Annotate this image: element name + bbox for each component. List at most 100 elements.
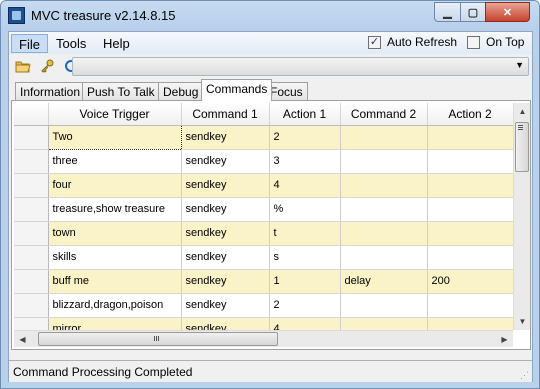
table-row[interactable]: skills sendkey s [14, 245, 513, 270]
key-icon[interactable] [39, 58, 55, 74]
row-header[interactable] [14, 173, 49, 198]
tab-push-to-talk[interactable]: Push To Talk [82, 82, 160, 100]
command-2-cell[interactable] [340, 197, 428, 222]
table-row[interactable]: blizzard,dragon,poison sendkey 2 [14, 293, 513, 318]
table-row[interactable]: treasure,show treasure sendkey% [14, 197, 513, 222]
command-1-cell[interactable]: sendkey [181, 221, 270, 246]
command-2-cell[interactable] [340, 317, 428, 330]
voice-trigger-cell[interactable]: buff me [48, 269, 182, 294]
action-1-cell[interactable]: t [269, 221, 341, 246]
menu-help[interactable]: Help [96, 34, 137, 53]
menu-tools[interactable]: Tools [49, 34, 93, 53]
close-button[interactable]: ✕ [485, 2, 530, 22]
voice-trigger-cell[interactable]: Two [47, 124, 182, 150]
column-header-voice-trigger[interactable]: Voice Trigger [48, 103, 182, 126]
voice-trigger-cell[interactable]: four [48, 173, 182, 198]
row-header[interactable] [14, 269, 49, 294]
command-1-cell[interactable]: sendkey [181, 245, 270, 270]
horizontal-scrollbar[interactable]: ◀ ▶ [14, 330, 513, 347]
row-header-corner [14, 103, 49, 126]
resize-grip-icon[interactable]: ⋰ [520, 370, 530, 380]
action-1-cell[interactable]: % [269, 197, 341, 222]
action-2-cell[interactable] [427, 149, 513, 174]
command-2-cell[interactable] [340, 149, 428, 174]
command-combo[interactable]: ▼ [72, 57, 529, 76]
action-2-cell[interactable] [427, 245, 513, 270]
command-1-cell[interactable]: sendkey [181, 149, 270, 174]
action-2-cell[interactable] [427, 197, 513, 222]
voice-trigger-cell[interactable]: treasure,show treasure [48, 197, 182, 222]
app-icon[interactable] [8, 7, 25, 24]
horizontal-scroll-thumb[interactable] [38, 332, 278, 346]
maximize-button[interactable]: ▢ [460, 2, 486, 22]
action-1-cell[interactable]: s [269, 245, 341, 270]
command-1-cell[interactable]: sendkey [181, 317, 270, 330]
action-1-cell[interactable]: 4 [269, 173, 341, 198]
action-2-cell[interactable] [427, 221, 513, 246]
vertical-scroll-thumb[interactable] [515, 122, 529, 172]
on-top-checkbox[interactable] [467, 35, 480, 49]
table-row[interactable]: town sendkey t [14, 221, 513, 246]
title-bar[interactable]: MVC treasure v2.14.8.15 ▁ ▢ ✕ [1, 1, 539, 31]
auto-refresh-checkbox[interactable]: ✓ [368, 35, 381, 49]
column-header-action-1[interactable]: Action 1 [269, 103, 341, 126]
action-2-cell[interactable] [427, 317, 513, 330]
voice-trigger-cell[interactable]: blizzard,dragon,poison [48, 293, 182, 318]
commands-table: Voice Trigger Command 1 Action 1 Command… [14, 103, 513, 330]
action-2-cell[interactable] [427, 173, 513, 198]
action-1-cell[interactable]: 2 [269, 125, 341, 150]
row-header[interactable] [14, 317, 49, 330]
action-2-cell[interactable] [427, 293, 513, 318]
commands-grid[interactable]: Voice Trigger Command 1 Action 1 Command… [14, 103, 513, 330]
command-1-cell[interactable]: sendkey [181, 293, 270, 318]
row-header[interactable] [14, 245, 49, 270]
table-row[interactable]: mirror sendkey 4 [14, 317, 513, 330]
action-2-cell[interactable]: 200 [427, 269, 513, 294]
action-1-cell[interactable]: 2 [269, 293, 341, 318]
minimize-button[interactable]: ▁ [434, 2, 461, 22]
command-2-cell[interactable] [340, 245, 428, 270]
row-header[interactable] [14, 221, 49, 246]
row-header[interactable] [14, 149, 49, 174]
tab-commands[interactable]: Commands [201, 79, 273, 101]
action-1-cell[interactable]: 1 [269, 269, 341, 294]
auto-refresh-toggle[interactable]: ✓ Auto Refresh [368, 35, 457, 49]
command-1-cell[interactable]: sendkey [181, 269, 270, 294]
column-header-command-1[interactable]: Command 1 [181, 103, 270, 126]
scroll-down-icon[interactable]: ▼ [514, 313, 531, 330]
command-2-cell[interactable] [340, 221, 428, 246]
row-header[interactable] [14, 125, 49, 150]
voice-trigger-cell[interactable]: skills [48, 245, 182, 270]
column-header-command-2[interactable]: Command 2 [340, 103, 428, 126]
row-header[interactable] [14, 197, 49, 222]
command-2-cell[interactable] [340, 173, 428, 198]
table-row[interactable]: buff me sendkey 1 delay 200 [14, 269, 513, 294]
command-1-cell[interactable]: sendkey [181, 197, 270, 222]
table-row[interactable]: Two sendkey 2 [14, 124, 513, 150]
command-1-cell[interactable]: sendkey [181, 125, 270, 150]
command-1-cell[interactable]: sendkey [181, 173, 270, 198]
voice-trigger-cell[interactable]: town [48, 221, 182, 246]
row-header[interactable] [14, 293, 49, 318]
chevron-down-icon[interactable]: ▼ [515, 60, 524, 70]
action-1-cell[interactable]: 4 [269, 317, 341, 330]
command-2-cell[interactable]: delay [340, 269, 428, 294]
scroll-up-icon[interactable]: ▲ [514, 103, 531, 120]
action-1-cell[interactable]: 3 [269, 149, 341, 174]
voice-trigger-cell[interactable]: mirror [48, 317, 182, 330]
voice-trigger-cell[interactable]: three [48, 149, 182, 174]
on-top-toggle[interactable]: On Top [467, 35, 524, 49]
table-row[interactable]: three sendkey 3 [14, 149, 513, 174]
table-row[interactable]: four sendkey 4 [14, 173, 513, 198]
action-2-cell[interactable] [427, 125, 513, 150]
scroll-right-icon[interactable]: ▶ [496, 331, 513, 348]
tab-debug[interactable]: Debug [158, 82, 204, 100]
command-2-cell[interactable] [340, 293, 428, 318]
tab-information[interactable]: Information [15, 82, 86, 100]
command-2-cell[interactable] [340, 125, 428, 150]
open-folder-icon[interactable] [15, 58, 31, 74]
column-header-action-2[interactable]: Action 2 [427, 103, 513, 126]
vertical-scrollbar[interactable]: ▲ ▼ [513, 103, 530, 330]
scroll-left-icon[interactable]: ◀ [14, 331, 31, 348]
menu-file[interactable]: File [11, 34, 48, 53]
